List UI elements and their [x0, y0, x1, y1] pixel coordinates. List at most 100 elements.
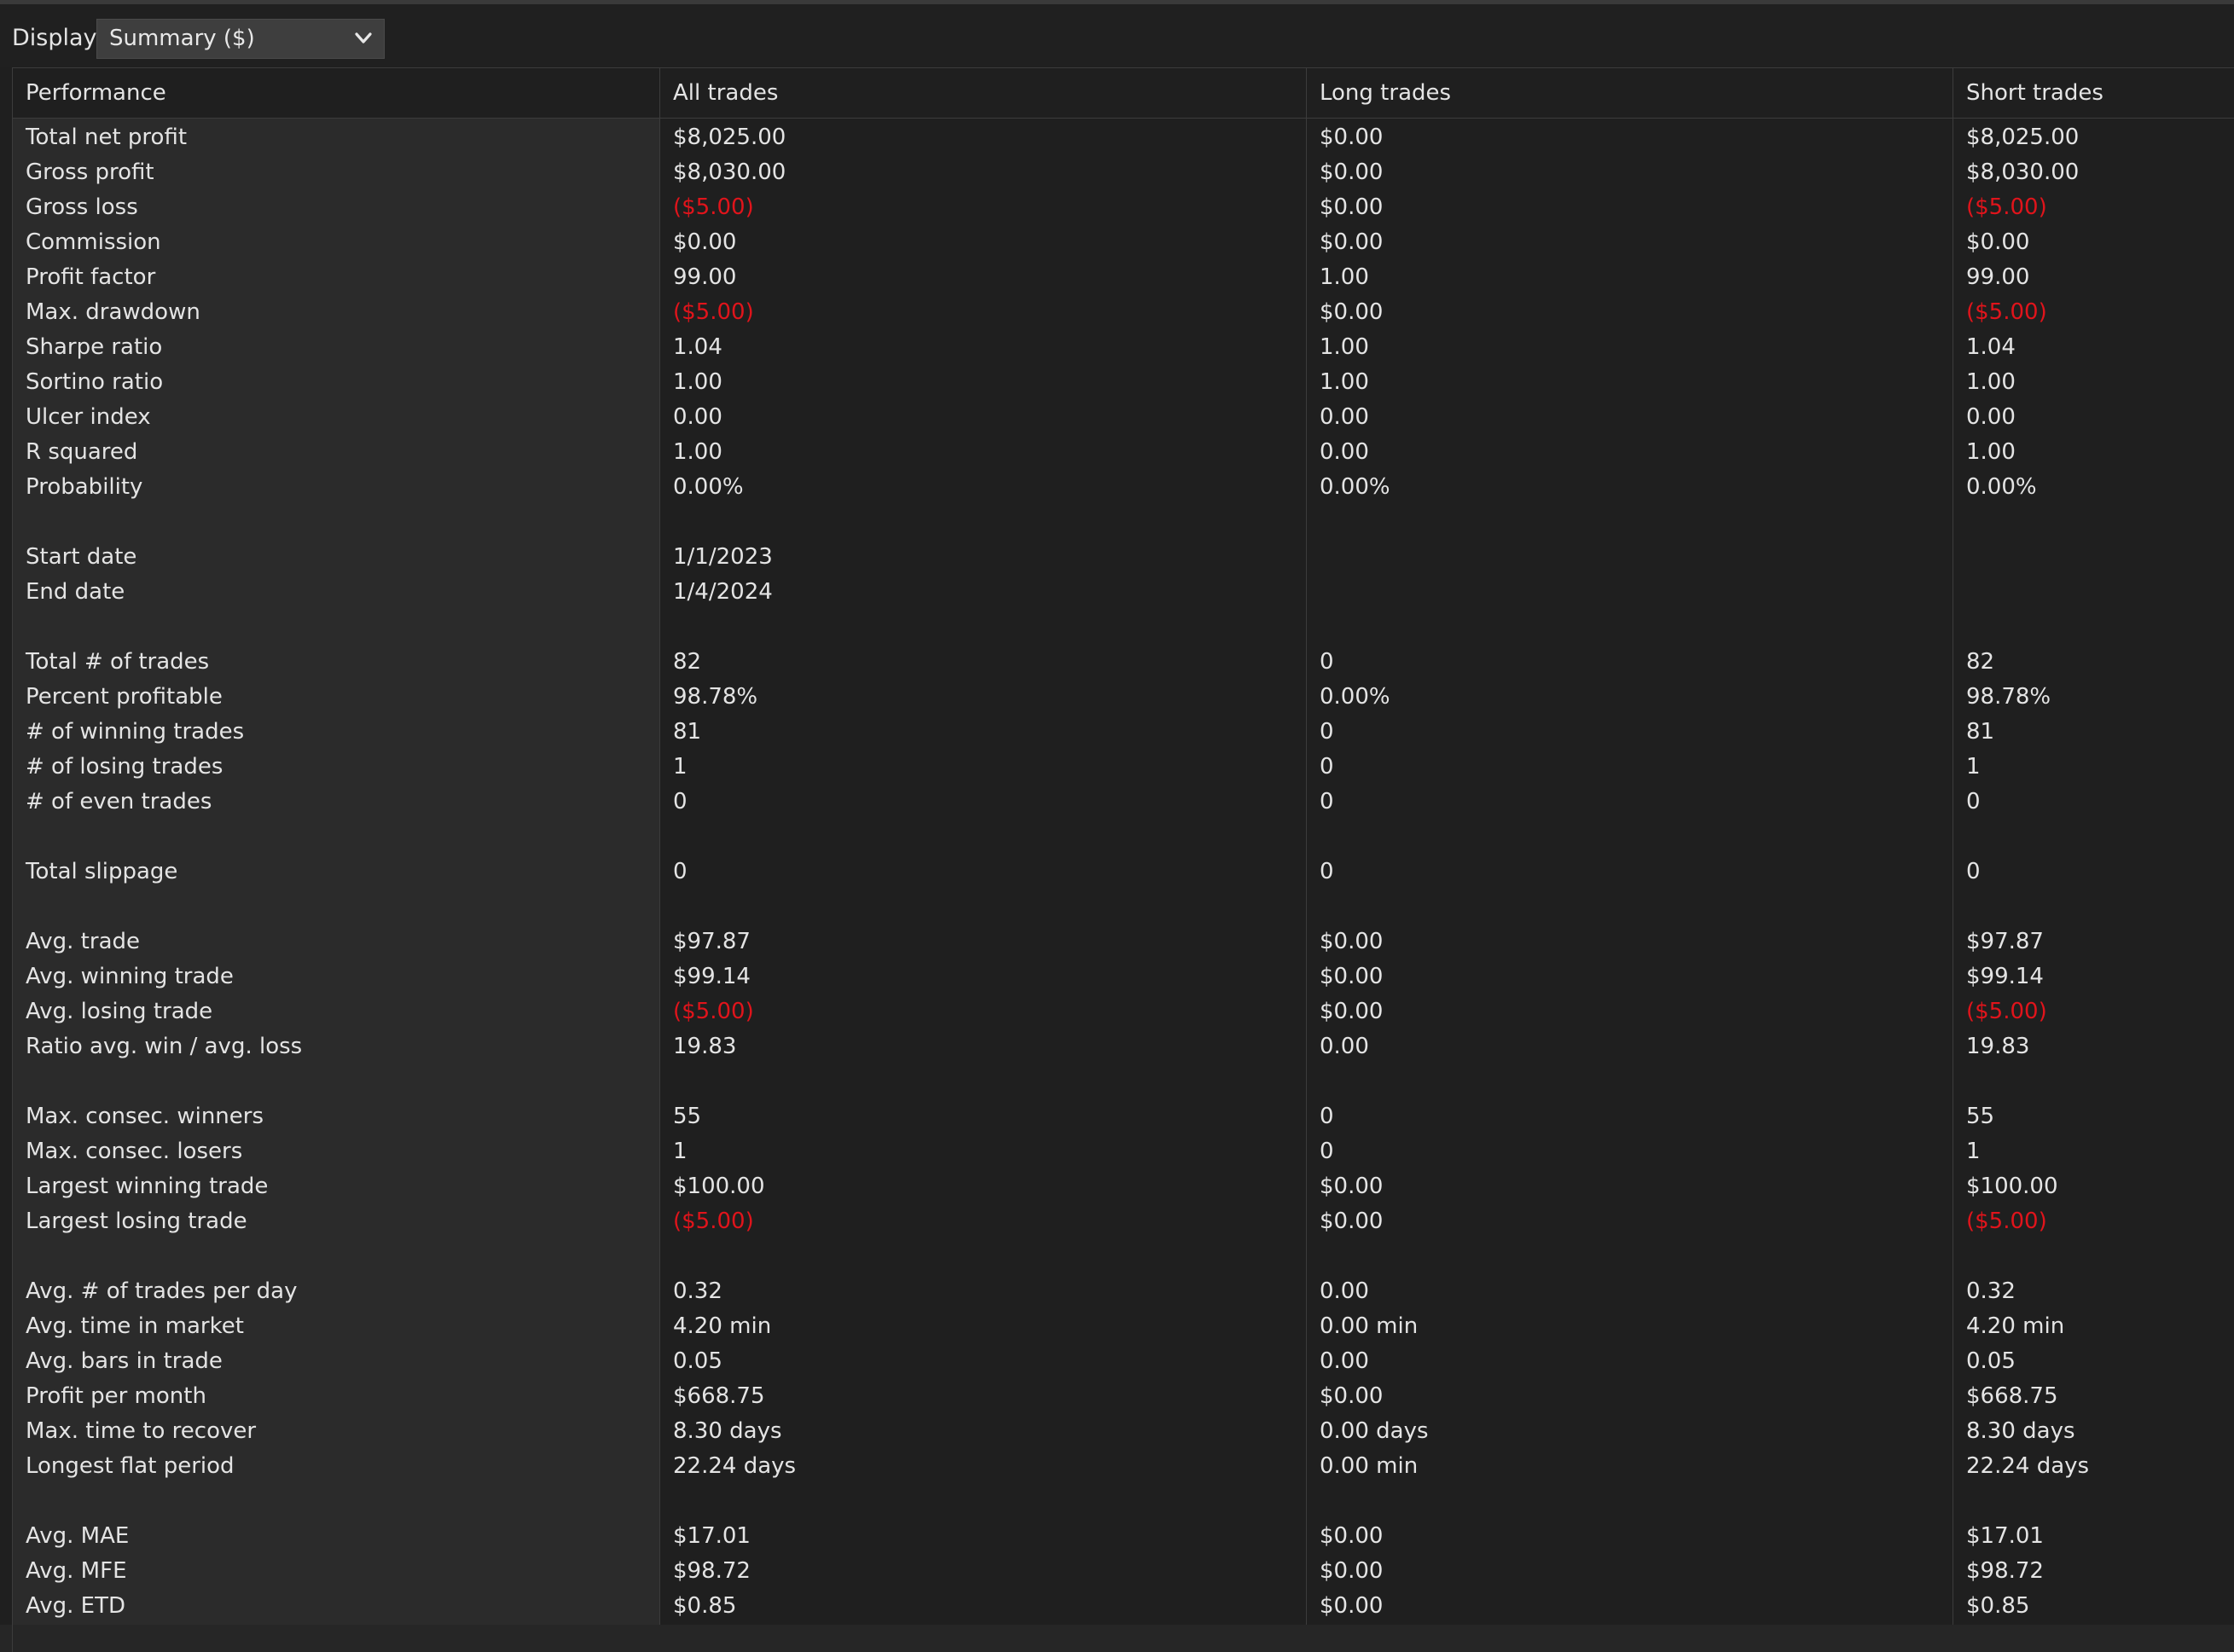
short-trades-value: [1953, 1239, 2234, 1274]
long-trades-value: 0.00 min: [1320, 1453, 1419, 1479]
table-row[interactable]: # of losing trades 1 0 1: [12, 750, 2234, 785]
table-row[interactable]: Avg. MFE $98.72 $0.00 $98.72: [12, 1554, 2234, 1589]
short-trades-value: 0.32: [1966, 1278, 2016, 1304]
short-trades-value: 1: [1966, 754, 1981, 780]
table-row[interactable]: Avg. losing trade ($5.00) $0.00 ($5.00): [12, 994, 2234, 1029]
table-row[interactable]: Max. drawdown ($5.00) $0.00 ($5.00): [12, 295, 2234, 330]
all-trades-value: [659, 610, 1306, 645]
table-row[interactable]: Avg. ETD $0.85 $0.00 $0.85: [12, 1589, 2234, 1624]
table-row[interactable]: Avg. MAE $17.01 $0.00 $17.01: [12, 1519, 2234, 1554]
horizontal-scrollbar[interactable]: [0, 1625, 2234, 1652]
short-trades-value: 0.05: [1966, 1348, 2016, 1374]
row-label: Sortino ratio: [26, 369, 164, 395]
table-row[interactable]: Total slippage 0 0 0: [12, 855, 2234, 890]
all-trades-value: 98.78%: [673, 684, 758, 710]
table-row[interactable]: Sharpe ratio 1.04 1.00 1.04: [12, 330, 2234, 365]
row-label: Avg. trade: [26, 929, 140, 954]
all-trades-value: 0.32: [673, 1278, 722, 1304]
all-trades-value: $8,030.00: [673, 159, 786, 185]
all-trades-value: 0: [673, 789, 688, 814]
long-trades-value: 0.00: [1320, 404, 1369, 430]
long-trades-value: $0.00: [1320, 964, 1384, 989]
row-label: Probability: [26, 474, 143, 500]
table-row[interactable]: Gross loss ($5.00) $0.00 ($5.00): [12, 190, 2234, 225]
table-row[interactable]: Max. consec. winners 55 0 55: [12, 1099, 2234, 1134]
row-label: Avg. time in market: [26, 1313, 244, 1339]
header-all-trades[interactable]: All trades: [659, 68, 1306, 118]
table-row[interactable]: Percent profitable 98.78% 0.00% 98.78%: [12, 680, 2234, 715]
all-trades-value: [659, 1064, 1306, 1099]
table-row[interactable]: Ulcer index 0.00 0.00 0.00: [12, 400, 2234, 435]
all-trades-value: $17.01: [673, 1523, 751, 1549]
row-label: [12, 890, 659, 925]
table-row[interactable]: Commission $0.00 $0.00 $0.00: [12, 225, 2234, 260]
table-row[interactable]: Probability 0.00% 0.00% 0.00%: [12, 470, 2234, 505]
short-trades-value: $17.01: [1966, 1523, 2044, 1549]
table-row[interactable]: Start date 1/1/2023: [12, 540, 2234, 575]
short-trades-value: [1953, 610, 2234, 645]
short-trades-value: $8,025.00: [1966, 125, 2080, 150]
row-label: Commission: [26, 229, 161, 255]
long-trades-value: $0.00: [1320, 125, 1384, 150]
table-row[interactable]: R squared 1.00 0.00 1.00: [12, 435, 2234, 470]
short-trades-value: [1953, 505, 2234, 540]
table-row[interactable]: Longest flat period 22.24 days 0.00 min 22.…: [12, 1449, 2234, 1484]
table-row[interactable]: Largest winning trade $100.00 $0.00 $100.00: [12, 1169, 2234, 1204]
row-label: Sharpe ratio: [26, 334, 163, 360]
performance-grid: Performance All trades Long trades Short…: [12, 67, 2234, 1625]
row-label: Gross profit: [26, 159, 154, 185]
table-row[interactable]: End date 1/4/2024: [12, 575, 2234, 610]
table-row[interactable]: # of even trades 0 0 0: [12, 785, 2234, 820]
short-trades-value: 4.20 min: [1966, 1313, 2065, 1339]
table-row[interactable]: Avg. # of trades per day 0.32 0.00 0.32: [12, 1274, 2234, 1309]
table-row[interactable]: Max. time to recover 8.30 days 0.00 days 8.…: [12, 1414, 2234, 1449]
all-trades-value: [659, 820, 1306, 855]
all-trades-value: $0.00: [673, 229, 737, 255]
short-trades-value: 1: [1966, 1139, 1981, 1164]
header-long-trades[interactable]: Long trades: [1306, 68, 1953, 118]
display-select[interactable]: Summary ($): [96, 19, 385, 59]
all-trades-value: 19.83: [673, 1034, 737, 1059]
header-short-trades[interactable]: Short trades: [1953, 68, 2234, 118]
table-row[interactable]: Ratio avg. win / avg. loss 19.83 0.00 19.83: [12, 1029, 2234, 1064]
row-label: Max. drawdown: [26, 299, 200, 325]
row-label: Total slippage: [26, 859, 178, 884]
table-row[interactable]: Avg. trade $97.87 $0.00 $97.87: [12, 925, 2234, 959]
row-label: Max. time to recover: [26, 1418, 257, 1444]
short-trades-value: $97.87: [1966, 929, 2044, 954]
table-row[interactable]: Profit per month $668.75 $0.00 $668.75: [12, 1379, 2234, 1414]
long-trades-value: 0: [1320, 859, 1334, 884]
row-label: Profit per month: [26, 1383, 206, 1409]
long-trades-value: $0.00: [1320, 999, 1384, 1024]
short-trades-value: $100.00: [1966, 1174, 2058, 1199]
table-row[interactable]: Gross profit $8,030.00 $0.00 $8,030.00: [12, 155, 2234, 190]
short-trades-value: 1.04: [1966, 334, 2016, 360]
table-row[interactable]: Largest losing trade ($5.00) $0.00 ($5.00): [12, 1204, 2234, 1239]
short-trades-value: 81: [1966, 719, 1995, 745]
table-row[interactable]: Profit factor 99.00 1.00 99.00: [12, 260, 2234, 295]
table-row[interactable]: Avg. time in market 4.20 min 0.00 min 4.20 …: [12, 1309, 2234, 1344]
short-trades-value: ($5.00): [1966, 194, 2047, 220]
all-trades-value: 4.20 min: [673, 1313, 772, 1339]
short-trades-value: [1953, 1064, 2234, 1099]
header-performance[interactable]: Performance: [12, 68, 659, 118]
long-trades-value: 0.00%: [1320, 474, 1390, 500]
table-row[interactable]: Total net profit $8,025.00 $0.00 $8,025.00: [12, 120, 2234, 155]
all-trades-value: ($5.00): [673, 299, 754, 325]
all-trades-value: [659, 505, 1306, 540]
table-row[interactable]: Sortino ratio 1.00 1.00 1.00: [12, 365, 2234, 400]
all-trades-value: 55: [673, 1104, 702, 1129]
table-row[interactable]: Avg. bars in trade 0.05 0.00 0.05: [12, 1344, 2234, 1379]
long-trades-value: [1306, 610, 1953, 645]
long-trades-value: 0.00 days: [1320, 1418, 1429, 1444]
table-row[interactable]: Max. consec. losers 1 0 1: [12, 1134, 2234, 1169]
all-trades-value: 1: [673, 754, 688, 780]
table-row[interactable]: Avg. winning trade $99.14 $0.00 $99.14: [12, 959, 2234, 994]
column-divider[interactable]: [1306, 67, 1307, 1625]
column-divider[interactable]: [659, 67, 660, 1625]
table-row[interactable]: # of winning trades 81 0 81: [12, 715, 2234, 750]
long-trades-value: 1.00: [1320, 264, 1369, 290]
row-label: # of losing trades: [26, 754, 223, 780]
long-trades-value: $0.00: [1320, 929, 1384, 954]
table-row[interactable]: Total # of trades 82 0 82: [12, 645, 2234, 680]
